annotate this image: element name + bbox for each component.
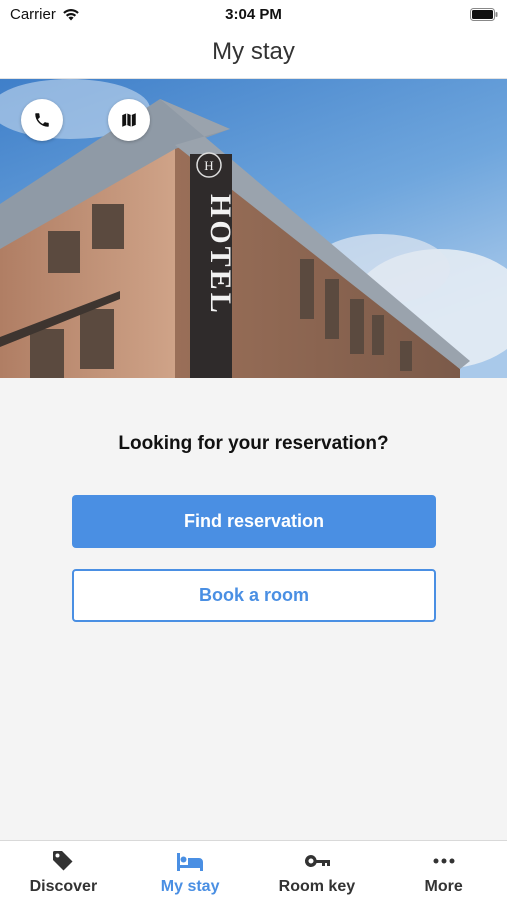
- tab-label: More: [424, 878, 463, 895]
- tab-bar: Discover My stay Room key More: [0, 840, 507, 901]
- status-bar: Carrier 3:04 PM: [0, 0, 507, 28]
- tab-label: Discover: [29, 878, 98, 895]
- hotel-sign-text: HOTEL: [204, 194, 237, 316]
- hotel-photo: H HOTEL: [0, 79, 507, 378]
- tab-more[interactable]: More: [380, 841, 507, 901]
- tab-discover[interactable]: Discover: [0, 841, 127, 901]
- call-hotel-button[interactable]: [21, 99, 63, 141]
- phone-icon: [35, 113, 49, 127]
- tab-my-stay[interactable]: My stay: [127, 841, 254, 901]
- tab-label: My stay: [160, 878, 220, 895]
- more-dots-icon: [431, 849, 457, 873]
- book-room-button[interactable]: Book a room: [72, 569, 436, 622]
- tag-icon: [50, 849, 76, 873]
- key-icon: [302, 849, 332, 873]
- clock: 3:04 PM: [225, 6, 282, 23]
- bed-icon: [175, 849, 205, 873]
- map-button[interactable]: [108, 99, 150, 141]
- battery-icon: [470, 8, 498, 21]
- reservation-prompt: Looking for your reservation?: [118, 433, 389, 454]
- find-reservation-button[interactable]: Find reservation: [72, 495, 436, 548]
- map-icon: [122, 113, 136, 127]
- tab-label: Room key: [278, 878, 356, 895]
- tab-room-key[interactable]: Room key: [254, 841, 381, 901]
- page-title: My stay: [212, 38, 295, 65]
- hotel-sign-logo: H: [204, 158, 213, 173]
- hotel-hero-image: H HOTEL: [0, 79, 507, 378]
- navigation-bar: My stay: [0, 28, 507, 79]
